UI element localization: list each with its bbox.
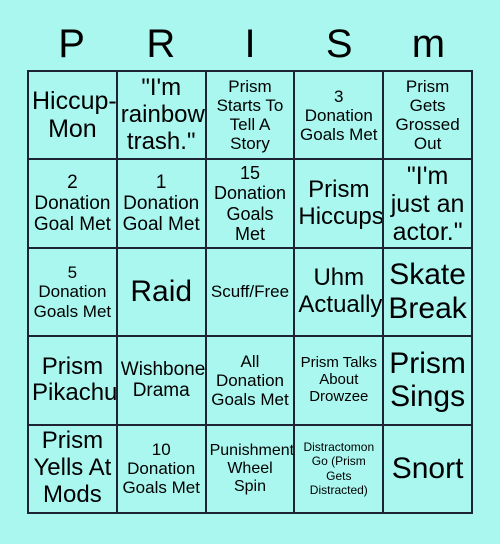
bingo-cell-r4-c3[interactable]: Distractomon Go (Prism Gets Distracted) [295,425,385,514]
header-letter-0: P [58,22,85,66]
bingo-cell-label: Punishment Wheel Spin [209,441,295,495]
bingo-cell-r4-c1[interactable]: 10 Donation Goals Met [117,425,207,514]
bingo-cell-label: Prism Talks About Drowzee [300,354,377,405]
bingo-cell-r3-c0[interactable]: Prism Pikachu [29,337,118,426]
bingo-cell-r0-c2[interactable]: Prism Starts To Tell A Story [206,72,296,161]
bingo-cell-label: "I'm rainbow trash." [120,73,205,155]
bingo-cell-label: 15 Donation Goals Met [213,163,287,244]
bingo-cell-label: Prism Yells At Mods [33,427,112,509]
bingo-header: P R I S m [27,18,473,70]
bingo-cell-r3-c2[interactable]: All Donation Goals Met [206,337,296,426]
header-letter-1: R [146,22,176,66]
bingo-cell-label: Uhm Actually [298,264,383,318]
bingo-cell-r2-c1[interactable]: Raid [117,248,207,338]
bingo-cell-r1-c4[interactable]: "I'm just an actor." [384,160,473,249]
bingo-cell-label: 2 Donation Goal Met [33,171,111,236]
bingo-cell-r1-c2[interactable]: 15 Donation Goals Met [206,160,296,249]
bingo-cell-label: 5 Donation Goals Met [33,263,112,321]
bingo-cell-r0-c3[interactable]: 3 Donation Goals Met [295,72,385,161]
bingo-cell-r0-c1[interactable]: "I'm rainbow trash." [117,72,207,161]
bingo-cell-label: All Donation Goals Met [211,351,289,409]
bingo-cell-label: Prism Pikachu [32,352,118,407]
bingo-cell-label: Skate Break [388,258,467,325]
bingo-cell-r3-c1[interactable]: Wishbone Drama [117,337,207,426]
bingo-cell-r0-c4[interactable]: Prism Gets Grossed Out [384,72,473,161]
bingo-cell-label: 1 Donation Goal Met [122,171,200,236]
bingo-cell-r2-c0[interactable]: 5 Donation Goals Met [29,248,118,338]
bingo-cell-r1-c0[interactable]: 2 Donation Goal Met [29,160,118,249]
header-letter-2: I [244,22,256,66]
bingo-card: P R I S m Hiccup-Mon "I'm rainbow trash."… [0,0,500,544]
bingo-cell-r2-c4[interactable]: Skate Break [384,248,473,338]
bingo-cell-r1-c3[interactable]: Prism Hiccups [295,160,385,249]
bingo-cell-r3-c3[interactable]: Prism Talks About Drowzee [295,337,385,426]
bingo-cell-label: Distractomon Go (Prism Gets Distracted) [303,440,375,498]
bingo-cell-label: Scuff/Free [210,282,290,302]
bingo-cell-label: Hiccup-Mon [32,87,117,144]
bingo-cell-label: Prism Sings [389,346,466,414]
bingo-cell-r3-c4[interactable]: Prism Sings [384,337,473,426]
bingo-cell-r2-c2[interactable]: Scuff/Free [206,248,296,338]
header-letter-3: S [325,22,353,66]
bingo-cell-label: 10 Donation Goals Met [122,440,200,498]
bingo-cell-label: "I'm just an actor." [390,161,465,246]
bingo-cell-r4-c2[interactable]: Punishment Wheel Spin [206,425,296,514]
bingo-cell-r4-c0[interactable]: Prism Yells At Mods [29,425,118,514]
bingo-cell-r2-c3[interactable]: Uhm Actually [295,248,385,338]
bingo-cell-label: Prism Hiccups [298,175,384,230]
bingo-cell-r0-c0[interactable]: Hiccup-Mon [29,72,118,161]
header-letter-4: m [411,22,446,66]
bingo-cell-label: Wishbone Drama [120,359,206,402]
bingo-cell-label: 3 Donation Goals Met [300,86,378,144]
bingo-cell-r4-c4[interactable]: Snort [384,425,473,514]
bingo-cell-label: Snort [391,452,464,485]
bingo-cell-label: Raid [130,275,193,309]
bingo-cell-r1-c1[interactable]: 1 Donation Goal Met [117,160,207,249]
bingo-cell-label: Prism Starts To Tell A Story [216,77,284,154]
bingo-grid: Hiccup-Mon "I'm rainbow trash." Prism Star… [27,70,473,514]
bingo-cell-label: Prism Gets Grossed Out [395,77,460,154]
